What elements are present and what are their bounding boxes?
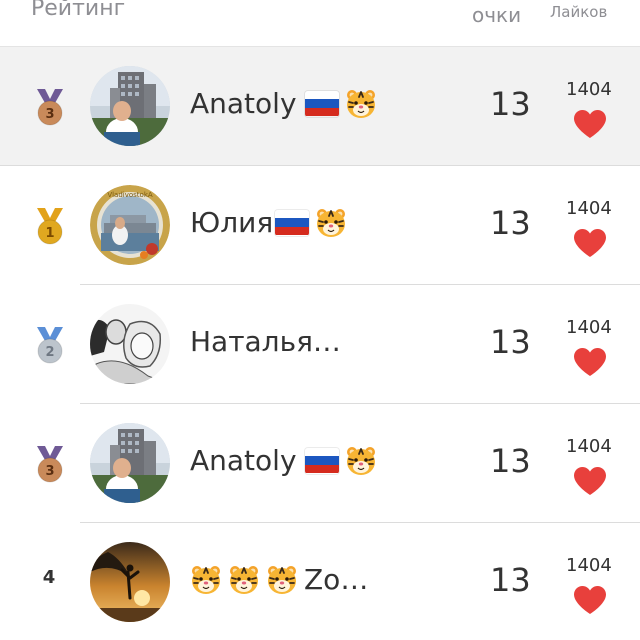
player-points: 13 xyxy=(490,561,531,599)
player-points: 13 xyxy=(490,442,531,480)
svg-text:1: 1 xyxy=(45,226,54,241)
rating-column-header: Рейтинг xyxy=(31,0,126,21)
player-name-text: Anatoly xyxy=(190,444,297,477)
player-points: 13 xyxy=(490,323,531,361)
tiger-emoji-icon xyxy=(345,445,377,477)
russia-flag-icon xyxy=(304,447,339,474)
likes-count: 1404 xyxy=(566,436,612,457)
building-photo-avatar[interactable] xyxy=(90,423,170,503)
svg-text:VladivostokA: VladivostokA xyxy=(107,191,153,199)
sunset-photo-avatar[interactable] xyxy=(90,542,170,622)
tiger-emoji-icon xyxy=(266,564,298,596)
points-column-header: очки xyxy=(472,3,522,27)
player-name: Anatoly xyxy=(190,444,377,477)
russia-flag-icon xyxy=(304,90,339,117)
player-name: Anatoly xyxy=(190,87,377,120)
player-points: 13 xyxy=(490,204,531,242)
leaderboard-screen: Рейтинг очки Лайков 3 Anatoly 13 1404 1 … xyxy=(0,0,640,640)
likes-count: 1404 xyxy=(566,317,612,338)
building-photo-avatar[interactable] xyxy=(90,66,170,146)
framed-photo-avatar[interactable]: VladivostokA xyxy=(90,185,170,265)
svg-text:3: 3 xyxy=(45,464,54,479)
bronze-medal-icon: 3 xyxy=(33,444,67,484)
leaderboard-row[interactable]: 3 Anatoly 13 1404 xyxy=(0,404,640,523)
heart-like-icon[interactable] xyxy=(573,228,607,258)
likes-column-header: Лайков xyxy=(550,3,608,21)
heart-like-icon[interactable] xyxy=(573,585,607,615)
player-name-text: Anatoly xyxy=(190,87,297,120)
leaderboard-header: Рейтинг очки Лайков xyxy=(0,0,640,47)
leaderboard-row[interactable]: 3 Anatoly 13 1404 xyxy=(0,47,640,166)
player-name-text: Наталья… xyxy=(190,325,341,358)
heart-like-icon[interactable] xyxy=(573,466,607,496)
leaderboard-list: 3 Anatoly 13 1404 1 VladivostokA Юлия 13… xyxy=(0,47,640,640)
likes-count: 1404 xyxy=(566,79,612,100)
player-name: Наталья… xyxy=(190,325,341,358)
heart-like-icon[interactable] xyxy=(573,347,607,377)
rank-number: 4 xyxy=(42,567,56,588)
tiger-emoji-icon xyxy=(345,88,377,120)
player-points: 13 xyxy=(490,85,531,123)
likes-count: 1404 xyxy=(566,555,612,576)
svg-text:2: 2 xyxy=(45,345,54,360)
heart-like-icon[interactable] xyxy=(573,109,607,139)
tiger-emoji-icon xyxy=(190,564,222,596)
player-name-text: Юлия xyxy=(190,206,274,239)
sketch-photo-avatar[interactable] xyxy=(90,304,170,384)
russia-flag-icon xyxy=(275,209,310,236)
leaderboard-row[interactable]: 4 Zo… 13 1404 xyxy=(0,523,640,640)
player-name: Zo… xyxy=(190,563,368,596)
likes-count: 1404 xyxy=(566,198,612,219)
silver-medal-icon: 2 xyxy=(33,325,67,365)
leaderboard-row[interactable]: 1 VladivostokA Юлия 13 1404 xyxy=(0,166,640,285)
leaderboard-row[interactable]: 2 Наталья… 13 1404 xyxy=(0,285,640,404)
player-name-text: Zo… xyxy=(304,563,369,596)
svg-text:3: 3 xyxy=(45,107,54,122)
tiger-emoji-icon xyxy=(315,207,347,239)
bronze-medal-icon: 3 xyxy=(33,87,67,127)
gold-medal-icon: 1 xyxy=(33,206,67,246)
tiger-emoji-icon xyxy=(228,564,260,596)
player-name: Юлия xyxy=(190,206,347,239)
